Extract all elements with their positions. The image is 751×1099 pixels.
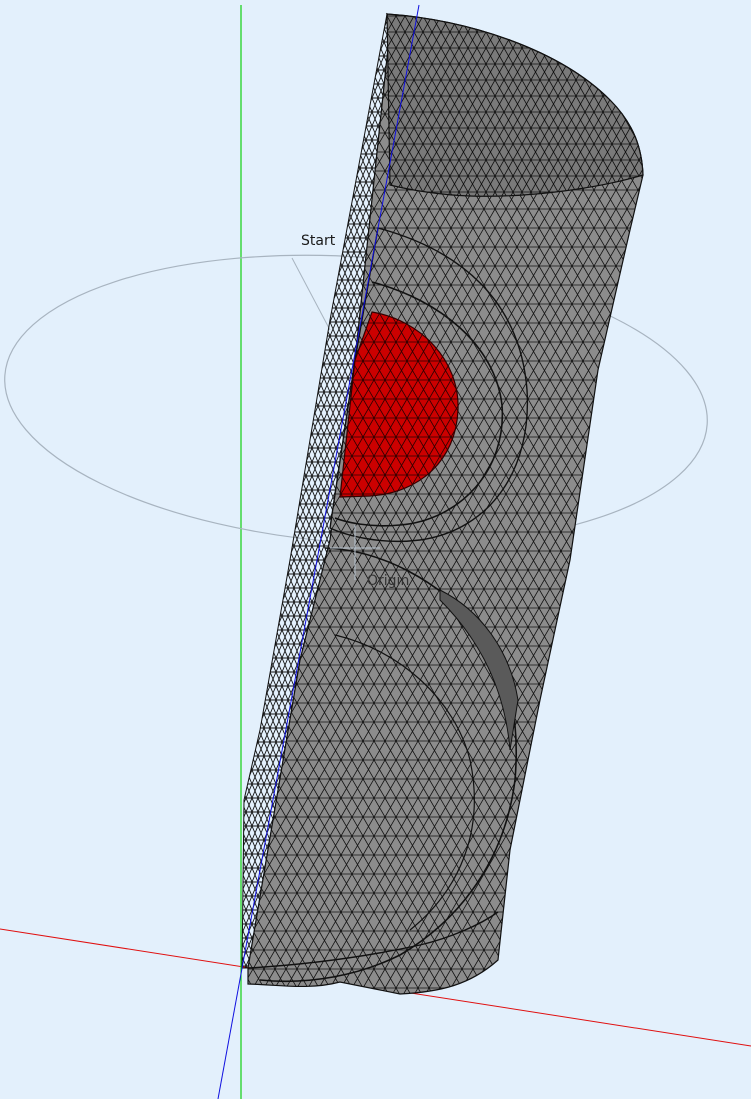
3d-viewport[interactable]: Start Origin [0,0,751,1099]
start-pointer-line [291,257,331,331]
start-label[interactable]: Start [301,233,336,249]
mesh-scene[interactable]: Start Origin [0,0,751,1099]
origin-label[interactable]: Origin [367,573,409,589]
top-cap-face [386,13,644,197]
